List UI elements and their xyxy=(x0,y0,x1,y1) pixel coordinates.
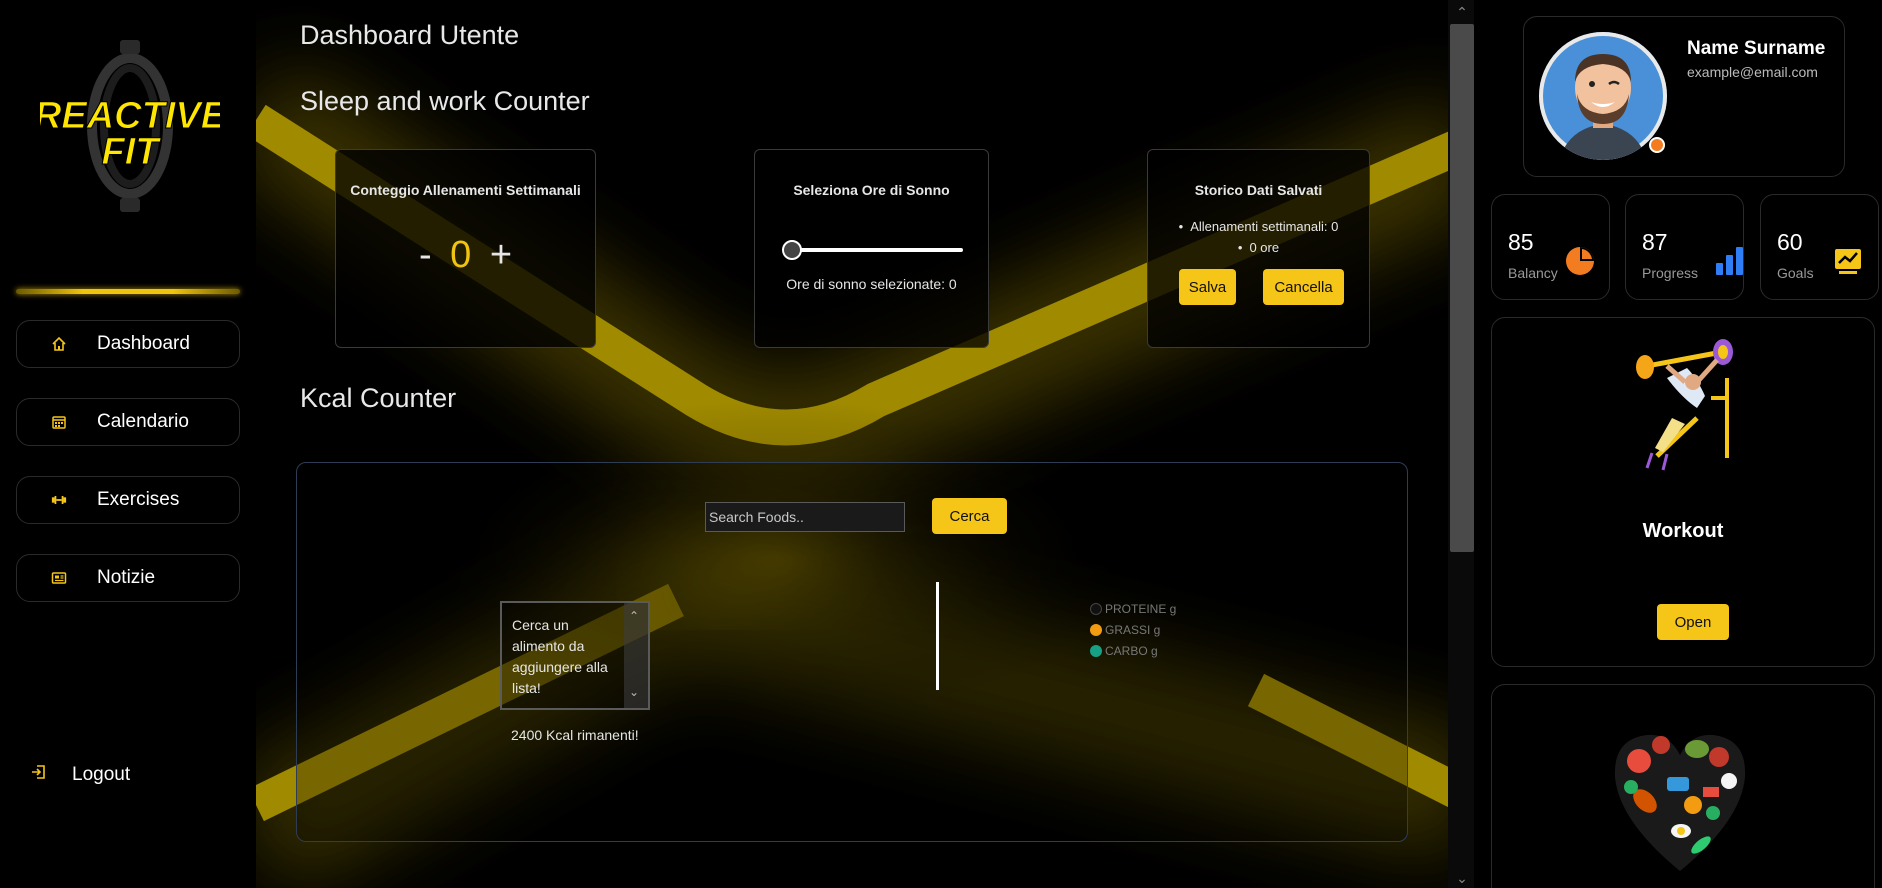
sidebar-item-calendario[interactable]: Calendario xyxy=(16,398,240,446)
delete-button[interactable]: Cancella xyxy=(1263,269,1344,305)
workout-count-value: 0 xyxy=(450,234,472,276)
sleep-hours-caption: Ore di sonno selezionate: 0 xyxy=(786,276,957,292)
stat-label: Progress xyxy=(1642,265,1699,281)
sidebar-item-label: Exercises xyxy=(97,489,180,510)
kcal-remaining: 2400 Kcal rimanenti! xyxy=(511,727,639,743)
logout-label: Logout xyxy=(72,763,131,785)
food-list-box[interactable]: Cerca un alimento da aggiungere alla lis… xyxy=(500,601,650,710)
sleep-card-title: Seleziona Ore di Sonno xyxy=(793,182,950,198)
stat-value: 85 xyxy=(1508,229,1534,255)
stat-label: Goals xyxy=(1777,265,1814,281)
chevron-down-icon[interactable]: ⌄ xyxy=(629,685,639,699)
legend-item-carbo: CARBO g xyxy=(1090,640,1176,661)
history-item-workouts: Allenamenti settimanali: 0 xyxy=(1148,216,1369,237)
workout-open-button[interactable]: Open xyxy=(1657,604,1729,640)
workout-card: Workout Open xyxy=(1491,317,1875,667)
sleep-section-title: Sleep and work Counter xyxy=(300,86,590,116)
macro-chart xyxy=(936,582,939,690)
profile-name: Name Surname xyxy=(1687,38,1826,59)
food-list-placeholder: Cerca un alimento da aggiungere alla lis… xyxy=(512,617,608,696)
legend-label: GRASSI g xyxy=(1105,622,1161,637)
sidebar-item-dashboard[interactable]: Dashboard xyxy=(16,320,240,368)
legend-label: CARBO g xyxy=(1105,643,1158,658)
sleep-slider-track[interactable] xyxy=(783,248,963,252)
calendar-icon xyxy=(51,414,67,430)
save-button[interactable]: Salva xyxy=(1179,269,1236,305)
sidebar-item-exercises[interactable]: Exercises xyxy=(16,476,240,524)
sidebar-item-label: Calendario xyxy=(97,411,189,432)
nutrition-card[interactable] xyxy=(1491,684,1875,888)
history-item-sleep: 0 ore xyxy=(1148,237,1369,258)
logout-icon xyxy=(30,763,48,786)
scroll-up-arrow[interactable]: ⌃ xyxy=(1452,2,1472,22)
scrollbar-thumb[interactable] xyxy=(1450,24,1474,552)
dumbbell-icon xyxy=(51,492,67,508)
avatar[interactable] xyxy=(1539,32,1667,160)
food-heart-illustration xyxy=(1614,734,1746,871)
legend-item-proteine: PROTEINE g xyxy=(1090,598,1176,619)
sidebar-item-notizie[interactable]: Notizie xyxy=(16,554,240,602)
legend-dot xyxy=(1090,602,1102,615)
sidebar-item-label: Notizie xyxy=(97,567,156,588)
food-list-scrollbar[interactable]: ⌃ ⌄ xyxy=(624,603,648,708)
scroll-down-arrow[interactable]: ⌄ xyxy=(1452,868,1472,888)
newspaper-icon xyxy=(51,570,67,586)
workout-counter-title: Conteggio Allenamenti Settimanali xyxy=(350,182,581,198)
sleep-slider-thumb[interactable] xyxy=(782,240,802,260)
stat-value: 60 xyxy=(1777,229,1803,255)
stat-card-balancy[interactable]: 85 Balancy xyxy=(1491,194,1610,300)
macro-legend: PROTEINE g GRASSI g CARBO g xyxy=(1090,598,1176,661)
trend-chart-icon xyxy=(1835,249,1861,274)
history-list: Allenamenti settimanali: 0 0 ore xyxy=(1148,216,1369,258)
increment-button[interactable]: + xyxy=(490,234,512,276)
reactive-fit-logo: REACTIVE FIT xyxy=(33,36,228,216)
saved-history-card: Storico Dati Salvati Allenamenti settima… xyxy=(1147,149,1370,348)
legend-label: PROTEINE g xyxy=(1105,601,1177,616)
workout-illustration xyxy=(1636,339,1733,471)
home-icon xyxy=(51,336,67,352)
stat-card-progress[interactable]: 87 Progress xyxy=(1625,194,1744,300)
sidebar: REACTIVE FIT Dashboard Calendario Exerci… xyxy=(0,0,256,888)
legend-item-grassi: GRASSI g xyxy=(1090,619,1176,640)
stat-label: Balancy xyxy=(1508,265,1558,281)
sidebar-divider xyxy=(16,289,240,294)
sidebar-item-label: Dashboard xyxy=(97,333,190,354)
logo-text-sub: FIT xyxy=(102,131,162,173)
verified-badge xyxy=(1649,137,1665,153)
profile-email: example@email.com xyxy=(1687,64,1818,80)
logout-button[interactable]: Logout xyxy=(30,763,130,786)
sleep-hours-card: Seleziona Ore di Sonno Ore di sonno sele… xyxy=(754,149,989,348)
search-button[interactable]: Cerca xyxy=(932,498,1007,534)
page-title: Dashboard Utente xyxy=(300,20,520,50)
stat-value: 87 xyxy=(1642,229,1668,255)
chevron-up-icon[interactable]: ⌃ xyxy=(629,609,639,623)
kcal-section-title: Kcal Counter xyxy=(300,383,457,413)
food-search-input[interactable] xyxy=(705,502,905,532)
history-card-title: Storico Dati Salvati xyxy=(1194,182,1323,198)
workout-title: Workout xyxy=(1642,520,1724,542)
decrement-button[interactable]: - xyxy=(419,234,432,276)
legend-dot xyxy=(1090,644,1102,657)
stat-card-goals[interactable]: 60 Goals xyxy=(1760,194,1879,300)
workout-counter: - 0 + xyxy=(336,234,595,277)
bar-chart-icon xyxy=(1716,247,1743,275)
workout-counter-card: Conteggio Allenamenti Settimanali - 0 + xyxy=(335,149,596,348)
pie-chart-icon xyxy=(1566,247,1594,275)
app-root: REACTIVE FIT Dashboard Calendario Exerci… xyxy=(0,0,1882,888)
legend-dot xyxy=(1090,623,1102,636)
